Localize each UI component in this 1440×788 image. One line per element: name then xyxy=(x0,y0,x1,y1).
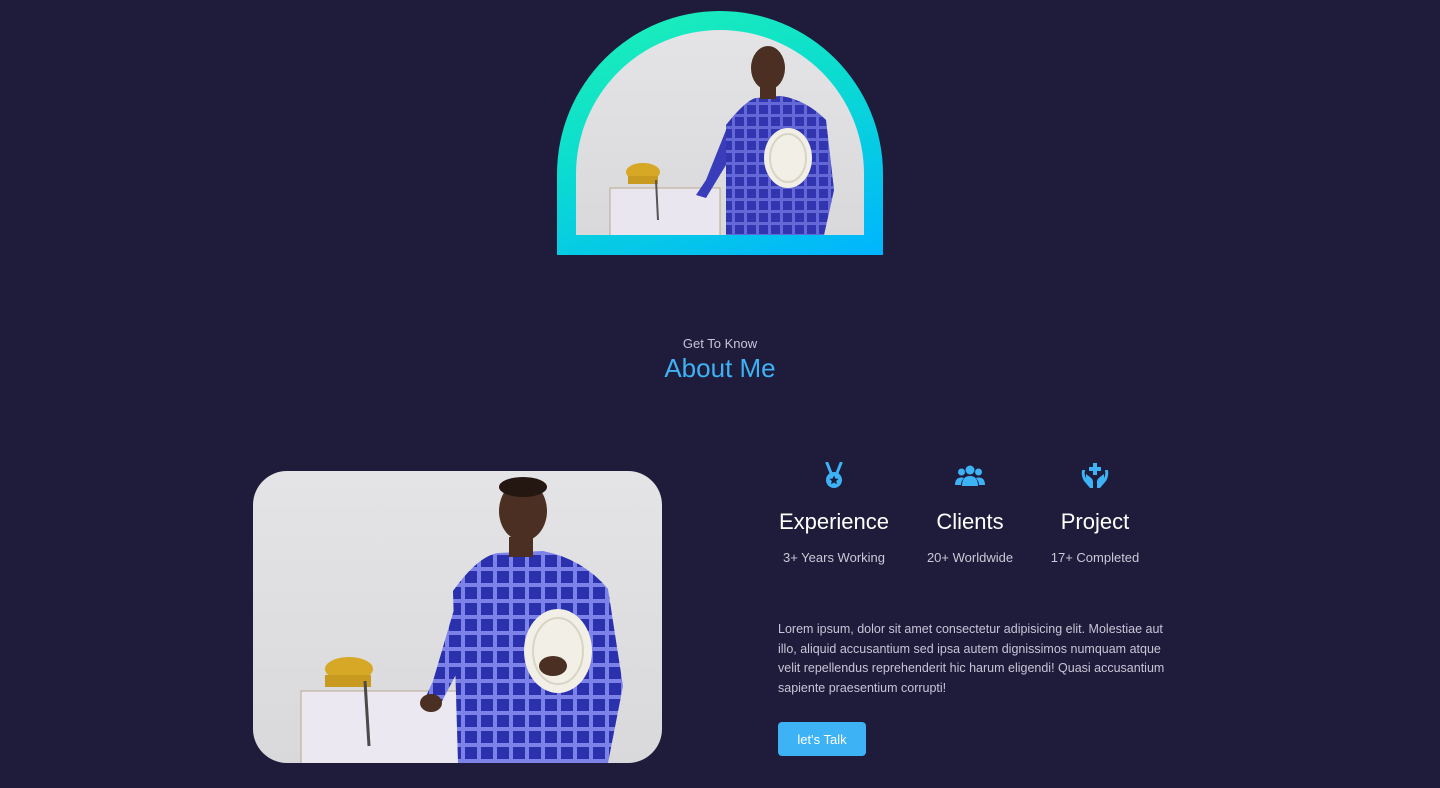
section-title: About Me xyxy=(664,353,776,383)
hands-heart-icon xyxy=(1080,462,1110,490)
stat-project: Project 17+ Completed xyxy=(1020,462,1170,566)
users-icon xyxy=(955,462,985,490)
stat-title: Project xyxy=(1060,509,1130,534)
lets-talk-button[interactable]: let's Talk xyxy=(778,722,866,756)
hero-portrait-image xyxy=(576,30,864,235)
stat-subtitle: 17+ Completed xyxy=(1050,550,1140,565)
hero-arch-frame xyxy=(557,11,883,255)
hero-portrait-drawing xyxy=(609,46,834,235)
about-bio-text: Lorem ipsum, dolor sit amet consectetur … xyxy=(778,622,1165,695)
page: Get To Know About Me Experience 3+ Years… xyxy=(0,0,1440,788)
about-portrait-image xyxy=(253,471,662,763)
stat-subtitle: 3+ Years Working xyxy=(782,550,886,565)
medal-icon xyxy=(819,461,849,490)
section-eyebrow: Get To Know xyxy=(682,336,758,351)
about-portrait-drawing xyxy=(300,477,623,763)
stat-title: Experience xyxy=(778,509,890,534)
stat-experience: Experience 3+ Years Working xyxy=(759,461,909,566)
about-heading: Get To Know About Me xyxy=(0,336,1440,383)
